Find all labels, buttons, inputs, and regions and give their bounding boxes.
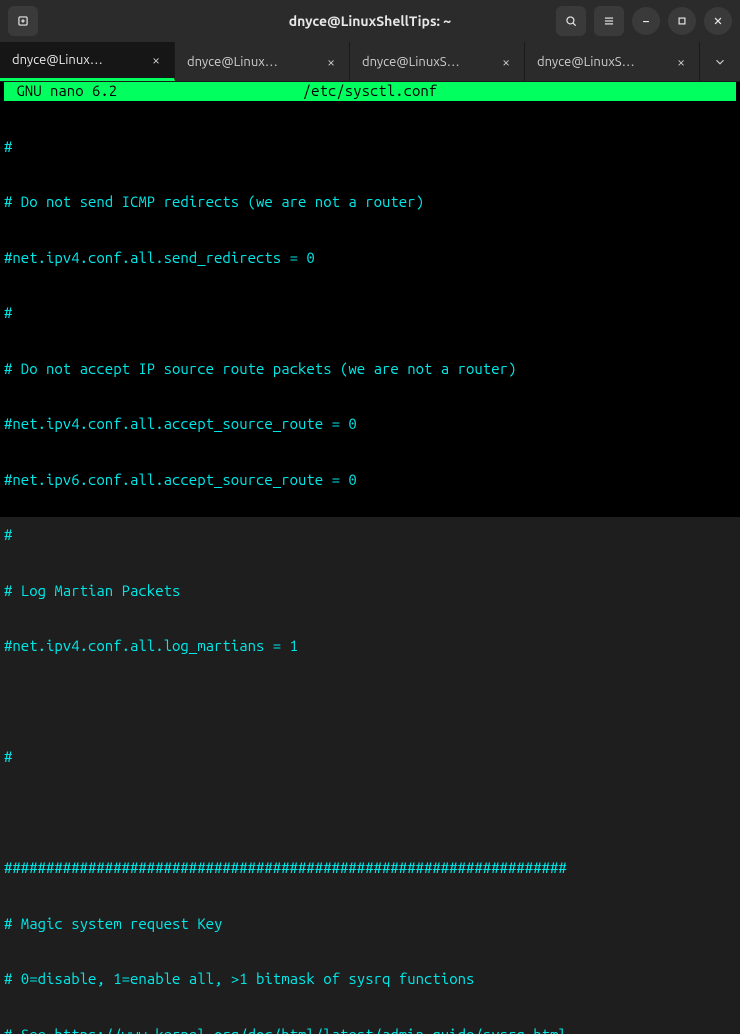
editor-line: # Magic system request Key [4,915,736,934]
tab-label: dnyce@Linux… [12,53,103,67]
new-tab-button[interactable] [8,6,38,36]
editor-line: #net.ipv4.conf.all.send_redirects = 0 [4,249,736,268]
editor-line: # [4,748,736,767]
tab-close-button[interactable]: × [675,54,687,70]
editor-line: # [4,138,736,157]
editor-line: # See https://www.kernel.org/doc/html/la… [4,1026,736,1034]
nano-app-name: GNU nano 6.2 [8,82,249,101]
minimize-icon [639,14,653,28]
maximize-icon [675,14,689,28]
tab-close-button[interactable]: × [150,52,162,68]
nano-header: GNU nano 6.2 /etc/sysctl.conf [4,82,736,101]
tab-label: dnyce@LinuxS… [362,55,460,69]
terminal[interactable]: GNU nano 6.2 /etc/sysctl.conf # # Do not… [0,82,740,517]
editor-line: #net.ipv4.conf.all.accept_source_route =… [4,415,736,434]
editor-line: ########################################… [4,859,736,878]
minimize-button[interactable] [632,7,660,35]
editor-line: # Do not send ICMP redirects (we are not… [4,193,736,212]
editor-line [4,693,736,712]
tab-0[interactable]: dnyce@Linux… × [0,42,175,81]
editor-line: # 0=disable, 1=enable all, >1 bitmask of… [4,970,736,989]
chevron-down-icon [713,55,727,69]
tab-close-button[interactable]: × [325,54,337,70]
editor-line [4,804,736,823]
search-button[interactable] [556,6,586,36]
menu-button[interactable] [594,6,624,36]
editor-content[interactable]: # # Do not send ICMP redirects (we are n… [0,101,740,1034]
tab-1[interactable]: dnyce@Linux… × [175,42,350,81]
tab-2[interactable]: dnyce@LinuxS… × [350,42,525,81]
titlebar: dnyce@LinuxShellTips: ~ [0,0,740,42]
tab-3[interactable]: dnyce@LinuxS… × [525,42,700,81]
tab-label: dnyce@LinuxS… [537,55,635,69]
new-tab-icon [16,14,30,28]
editor-line: # [4,304,736,323]
hamburger-icon [602,14,616,28]
tab-close-button[interactable]: × [500,54,512,70]
tab-label: dnyce@Linux… [187,55,278,69]
tab-dropdown-button[interactable] [700,42,740,81]
tabbar: dnyce@Linux… × dnyce@Linux… × dnyce@Linu… [0,42,740,82]
search-icon [564,14,578,28]
nano-file-name: /etc/sysctl.conf [249,82,490,101]
maximize-button[interactable] [668,7,696,35]
editor-line: # [4,526,736,545]
close-icon [711,14,725,28]
editor-line: # Log Martian Packets [4,582,736,601]
close-window-button[interactable] [704,7,732,35]
window-title: dnyce@LinuxShellTips: ~ [193,13,547,29]
editor-line: # Do not accept IP source route packets … [4,360,736,379]
editor-line: #net.ipv4.conf.all.log_martians = 1 [4,637,736,656]
editor-line: #net.ipv6.conf.all.accept_source_route =… [4,471,736,490]
